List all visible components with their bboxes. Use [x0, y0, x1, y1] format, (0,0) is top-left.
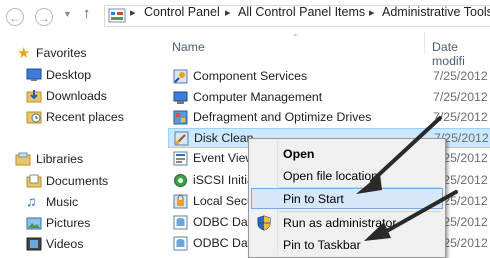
- annotation-arrows: [356, 116, 458, 241]
- arrow-to-pin-to-start: [356, 116, 442, 194]
- arrow-to-pin-to-taskbar: [364, 190, 458, 241]
